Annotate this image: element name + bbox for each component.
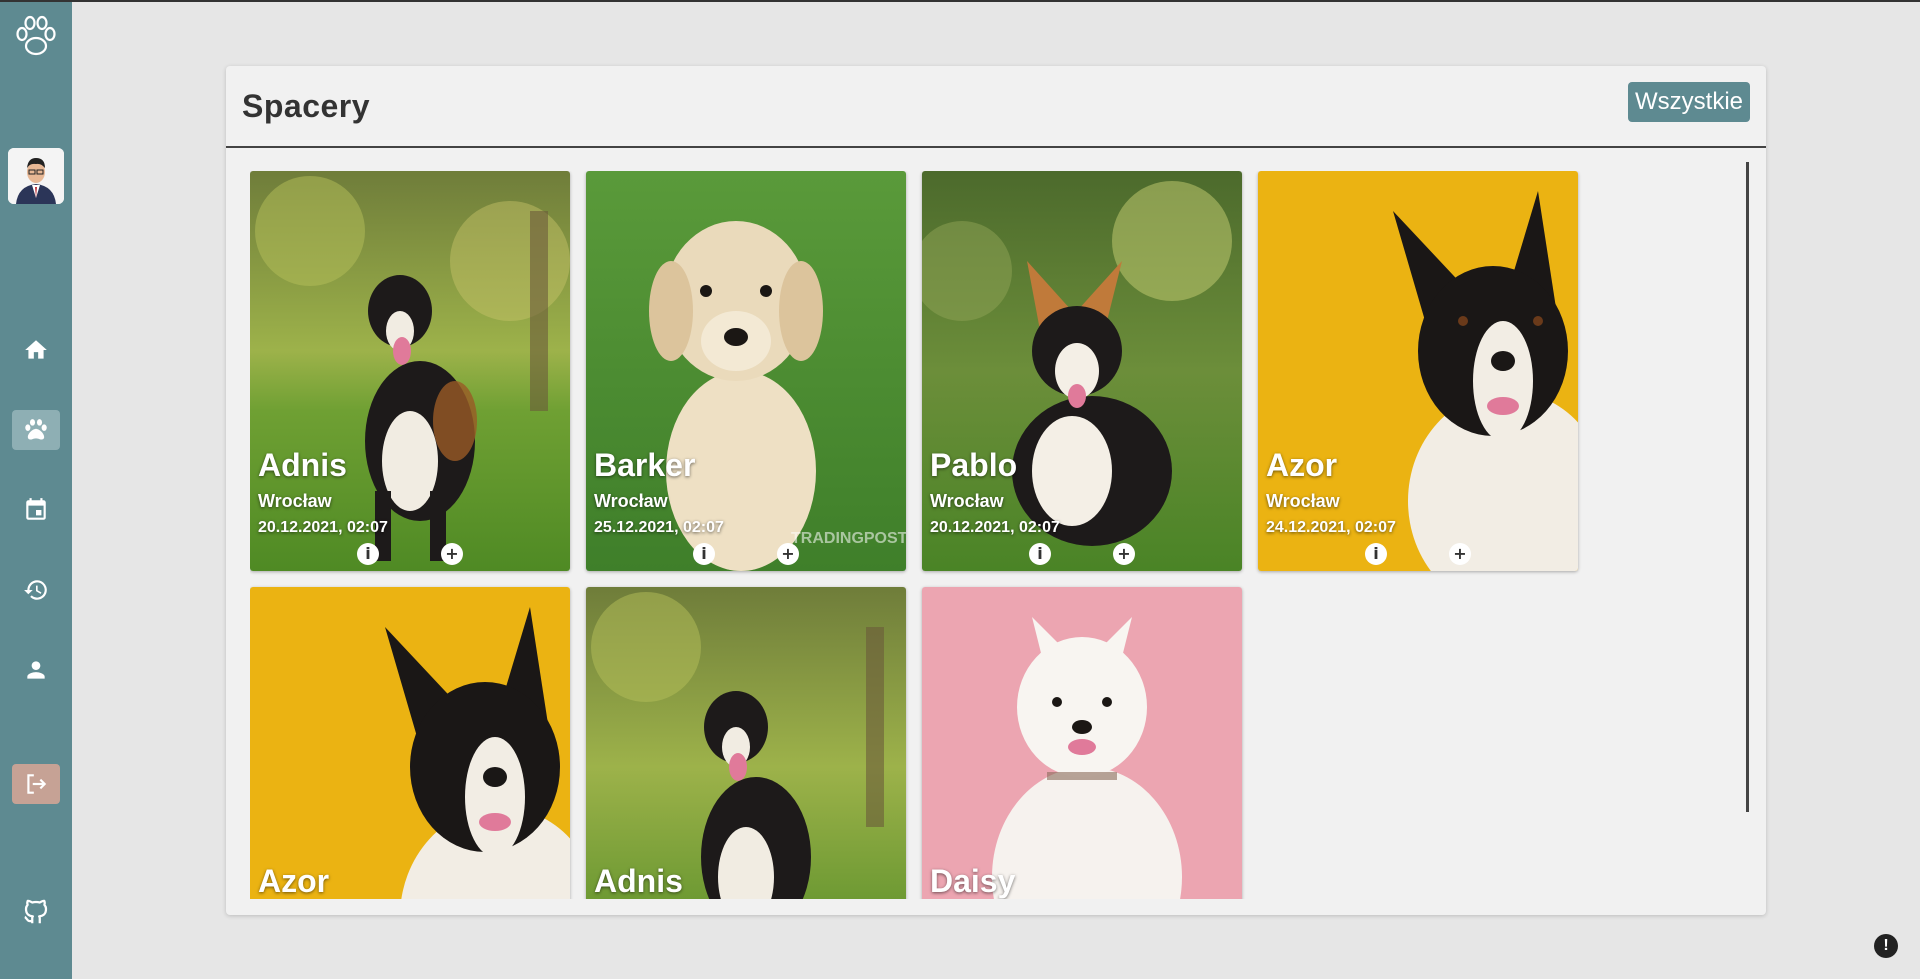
page-title: Spacery — [242, 88, 371, 124]
walk-date: 20.12.2021, 02:07 — [930, 519, 1060, 536]
info-icon[interactable]: i — [1365, 543, 1387, 565]
dog-name: Pablo — [930, 447, 1018, 483]
walk-date: 24.12.2021, 02:07 — [1266, 519, 1396, 536]
warning-icon[interactable]: ! — [1874, 934, 1898, 958]
add-icon[interactable]: + — [1113, 543, 1135, 565]
calendar-icon — [26, 498, 46, 520]
dog-name: Azor — [258, 863, 330, 899]
walk-card[interactable]: TRADINGPOST Barker Wrocław 25.12.2021, 0… — [586, 171, 906, 571]
dog-name: Daisy — [930, 863, 1016, 899]
logout-button[interactable] — [12, 764, 60, 804]
walks-panel: Spacery Wszystkie Adnis Wrocław 20.12.20… — [226, 66, 1766, 915]
github-link[interactable] — [12, 892, 60, 932]
panel-header: Spacery Wszystkie — [226, 66, 1766, 148]
walk-city: Wrocław — [1266, 491, 1340, 511]
walk-card[interactable]: Azor Wrocław 24.12.2021, 02:07 i + — [1258, 171, 1578, 571]
add-icon[interactable]: + — [777, 543, 799, 565]
walk-date: 25.12.2021, 02:07 — [594, 519, 724, 536]
walk-card[interactable]: Adnis — [586, 587, 906, 899]
dog-name: Adnis — [258, 447, 347, 483]
vertical-scrollbar[interactable] — [1746, 162, 1749, 812]
user-avatar[interactable] — [8, 148, 64, 204]
paw-logo-icon[interactable] — [10, 12, 62, 64]
add-icon[interactable]: + — [1449, 543, 1471, 565]
walk-date: 20.12.2021, 02:07 — [258, 519, 388, 536]
walk-city: Wrocław — [258, 491, 332, 511]
walk-city: Wrocław — [594, 491, 668, 511]
show-all-button[interactable]: Wszystkie — [1628, 82, 1750, 122]
dog-photo — [586, 587, 906, 899]
svg-text:TRADINGPOST: TRADINGPOST — [791, 530, 906, 547]
sidebar-item-walks[interactable] — [12, 410, 60, 450]
history-icon — [24, 580, 47, 600]
github-icon — [24, 899, 48, 924]
info-icon[interactable]: i — [357, 543, 379, 565]
dog-name: Azor — [1266, 447, 1338, 483]
sidebar-item-calendar[interactable] — [12, 490, 60, 530]
walk-card[interactable]: Pablo Wrocław 20.12.2021, 02:07 i + — [922, 171, 1242, 571]
sidebar-item-home[interactable] — [12, 330, 60, 370]
person-icon — [27, 661, 45, 679]
dog-photo — [922, 587, 1242, 899]
walk-card[interactable]: Azor — [250, 587, 570, 899]
walk-card[interactable]: Adnis Wrocław 20.12.2021, 02:07 i + — [250, 171, 570, 571]
window-top-border — [0, 0, 1920, 2]
paw-icon — [25, 419, 47, 440]
sidebar-item-profile[interactable] — [12, 650, 60, 690]
info-icon[interactable]: i — [1029, 543, 1051, 565]
sidebar — [0, 2, 72, 979]
info-icon[interactable]: i — [693, 543, 715, 565]
home-icon — [25, 340, 47, 359]
walks-grid: Adnis Wrocław 20.12.2021, 02:07 i + TRAD… — [250, 171, 1720, 899]
add-icon[interactable]: + — [441, 543, 463, 565]
logout-icon — [27, 774, 47, 794]
dog-name: Adnis — [594, 863, 683, 899]
walk-card[interactable]: Daisy — [922, 587, 1242, 899]
walk-city: Wrocław — [930, 491, 1004, 511]
dog-name: Barker — [594, 447, 696, 483]
dog-photo — [250, 587, 570, 899]
sidebar-item-history[interactable] — [12, 570, 60, 610]
